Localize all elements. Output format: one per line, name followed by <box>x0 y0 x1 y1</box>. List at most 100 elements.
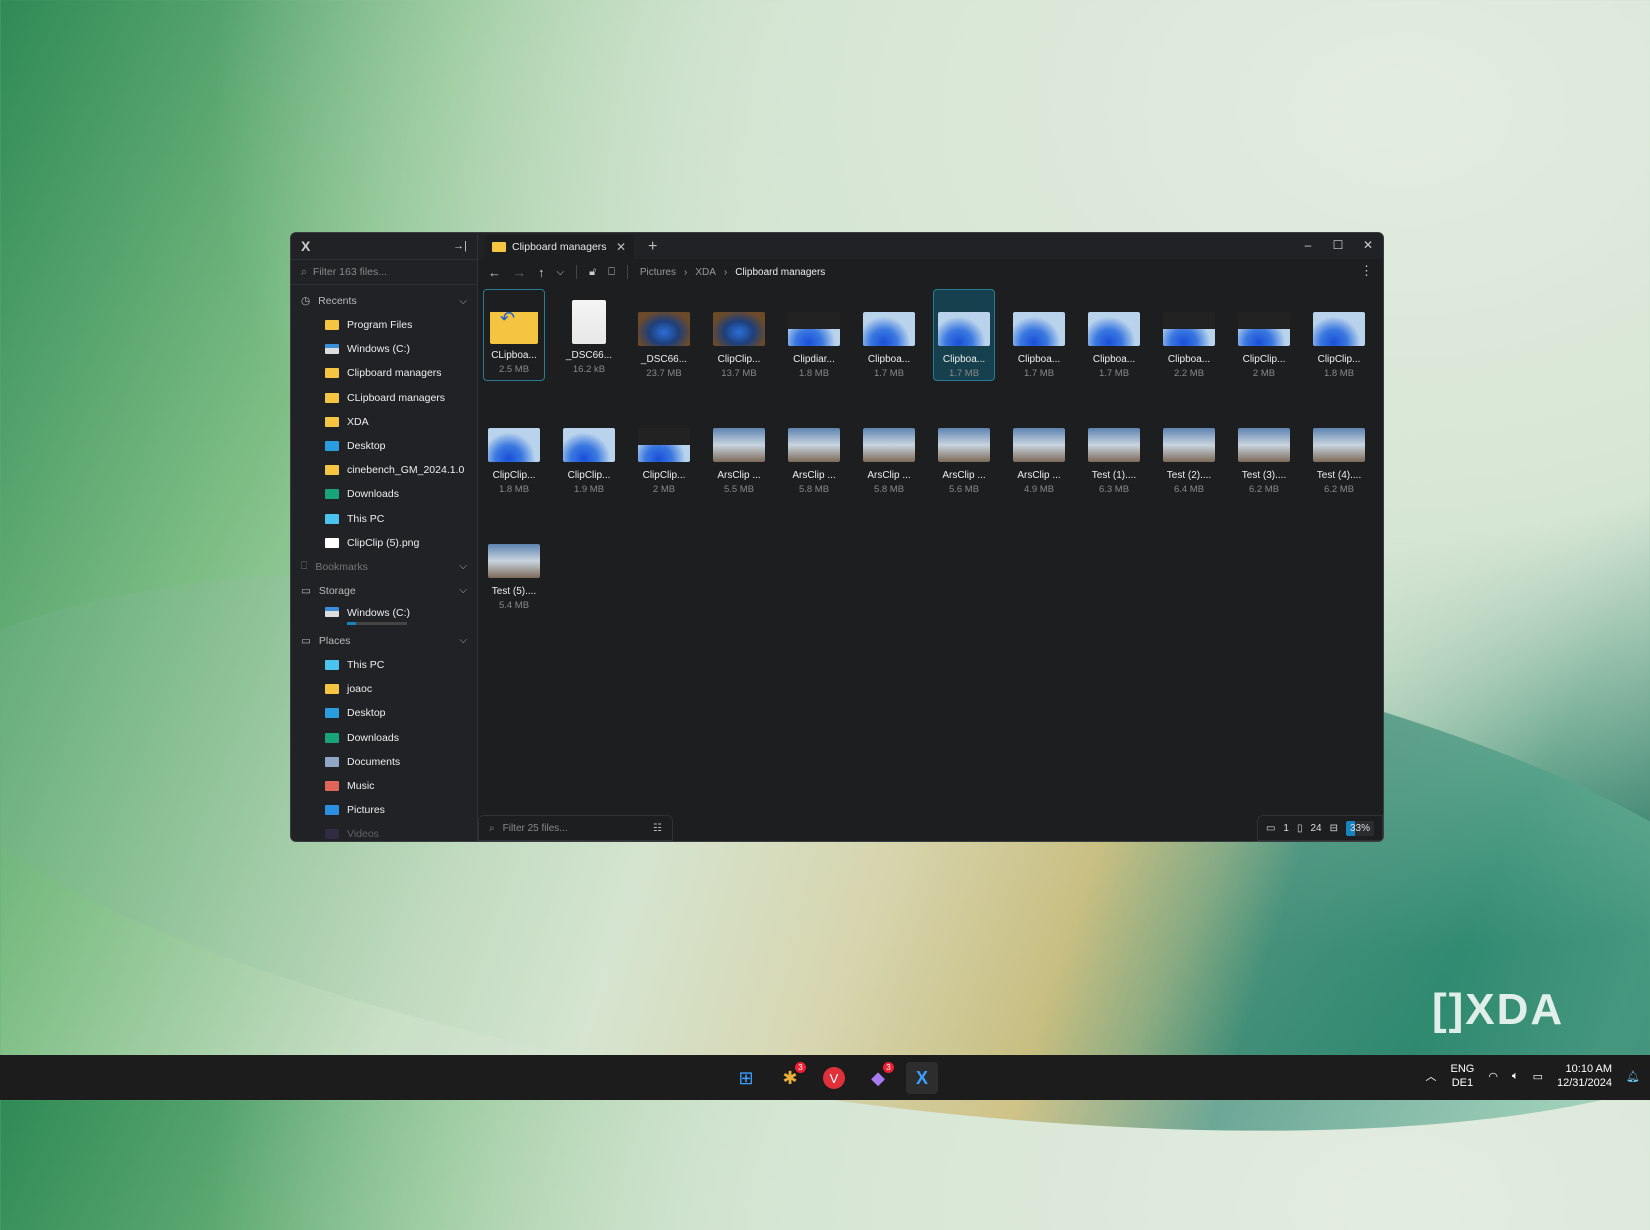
up-icon[interactable]: ↑ <box>538 265 545 280</box>
storage-label: Windows (C:) <box>347 606 411 619</box>
language-indicator[interactable]: ENG DE1 <box>1451 1062 1475 1090</box>
layout-icon[interactable]: ⊟ <box>1330 823 1338 834</box>
back-icon[interactable]: ← <box>488 265 501 280</box>
bookmark-icon[interactable]: ⎕ <box>608 266 615 279</box>
file-item[interactable]: _DSC66... 16.2 kB <box>558 289 620 381</box>
places-item[interactable]: joaoc <box>291 677 477 701</box>
coaster-thumbnail <box>713 428 765 462</box>
breadcrumb-xda[interactable]: XDA <box>695 267 716 278</box>
file-item[interactable]: ArsClip ... 5.8 MB <box>858 405 920 497</box>
places-item-label: This PC <box>347 658 385 671</box>
file-item[interactable]: Clipdiar... 1.8 MB <box>783 289 845 381</box>
wifi-icon[interactable]: ◠ <box>1488 1070 1498 1083</box>
bookmarks-label: Bookmarks <box>315 560 368 573</box>
forward-icon[interactable]: → <box>513 265 526 280</box>
taskbar-app-slack[interactable]: ✱ 3 <box>774 1062 806 1094</box>
file-item[interactable]: ClipClip... 1.9 MB <box>558 405 620 497</box>
recents-item-label: ClipClip (5).png <box>347 536 420 549</box>
downloads-icon <box>325 732 339 743</box>
places-item[interactable]: Music <box>291 774 477 798</box>
file-item[interactable]: ClipClip... 1.8 MB <box>483 405 545 497</box>
recents-item[interactable]: CLipboard managers <box>291 386 477 410</box>
history-chevron-icon[interactable]: ⌵ <box>557 267 565 278</box>
file-item[interactable]: ↶ CLipboa... 2.5 MB <box>483 289 545 381</box>
recents-item[interactable]: Program Files <box>291 313 477 337</box>
file-item[interactable]: Test (3).... 6.2 MB <box>1233 405 1295 497</box>
file-item[interactable]: ClipClip... 13.7 MB <box>708 289 770 381</box>
minimize-button[interactable]: – <box>1293 233 1323 257</box>
file-item[interactable]: Clipboa... 1.7 MB <box>1008 289 1070 381</box>
recents-item[interactable]: Clipboard managers <box>291 361 477 385</box>
more-options-icon[interactable]: ⋮ <box>1360 263 1373 279</box>
file-filter-bar[interactable]: ⌕ Filter 25 files... ☷ <box>478 815 673 841</box>
recents-item[interactable]: Windows (C:) <box>291 337 477 361</box>
document-icon <box>572 300 606 344</box>
file-item[interactable]: Test (1).... 6.3 MB <box>1083 405 1145 497</box>
volume-icon[interactable]: 🔈︎ <box>1512 1070 1519 1083</box>
recents-item[interactable]: cinebench_GM_2024.1.0 <box>291 458 477 482</box>
places-item[interactable]: Documents <box>291 750 477 774</box>
close-tab-icon[interactable]: ✕ <box>616 240 626 254</box>
bookmarks-header[interactable]: ⎕ Bookmarks ⌵ <box>291 555 477 579</box>
recents-item[interactable]: This PC <box>291 507 477 531</box>
recents-header[interactable]: ◷ Recents ⌵ <box>291 289 477 313</box>
collapse-sidebar-icon[interactable]: →| <box>453 240 467 252</box>
file-item[interactable]: _DSC66... 23.7 MB <box>633 289 695 381</box>
maximize-button[interactable]: ☐ <box>1323 233 1353 257</box>
taskbar-app-files[interactable]: X <box>906 1062 938 1094</box>
battery-icon[interactable]: ▭ <box>1533 1070 1543 1083</box>
recents-item[interactable]: Downloads <box>291 482 477 506</box>
close-window-button[interactable]: ✕ <box>1353 233 1383 257</box>
show-hidden-icons-button[interactable]: ︿ <box>1426 1068 1437 1084</box>
file-name: ClipClip... <box>492 470 536 481</box>
sidebar-filter-input[interactable]: ⌕ Filter 163 files... <box>291 259 477 285</box>
file-item[interactable]: ArsClip ... 5.6 MB <box>933 405 995 497</box>
recents-item[interactable]: Desktop <box>291 434 477 458</box>
folder-icon <box>492 242 506 252</box>
file-size: 2.5 MB <box>498 364 530 375</box>
filter-options-icon[interactable]: ☷ <box>653 823 662 834</box>
file-size: 1.9 MB <box>573 484 605 495</box>
places-item[interactable]: Downloads <box>291 725 477 749</box>
start-button[interactable]: ⊞ <box>730 1062 762 1094</box>
file-item[interactable]: Test (5).... 5.4 MB <box>483 521 545 613</box>
file-item[interactable]: ClipClip... 2 MB <box>633 405 695 497</box>
taskbar-app-teams[interactable]: ◆ 3 <box>862 1062 894 1094</box>
places-header[interactable]: ▭ Places ⌵ <box>291 629 477 653</box>
breadcrumb-pictures[interactable]: Pictures <box>640 267 676 278</box>
storage-item-windows-c[interactable]: Windows (C:) <box>291 603 477 629</box>
file-name: ClipClip... <box>717 354 761 365</box>
storage-header[interactable]: ▭ Storage ⌵ <box>291 579 477 603</box>
places-item[interactable]: Desktop <box>291 701 477 725</box>
places-item[interactable]: Videos <box>291 822 477 841</box>
taskbar-app-vivaldi[interactable]: V <box>818 1062 850 1094</box>
file-item[interactable]: ArsClip ... 4.9 MB <box>1008 405 1070 497</box>
file-item[interactable]: Clipboa... 2.2 MB <box>1158 289 1220 381</box>
lock-icon[interactable]: 🔓︎ <box>589 266 596 279</box>
file-item[interactable]: ArsClip ... 5.8 MB <box>783 405 845 497</box>
file-item[interactable]: ClipClip... 1.8 MB <box>1308 289 1370 381</box>
places-item[interactable]: This PC <box>291 653 477 677</box>
zoom-level[interactable]: 33% <box>1345 820 1374 836</box>
notification-bell-icon[interactable]: 🔔︎ <box>1626 1070 1640 1083</box>
file-item[interactable]: Test (2).... 6.4 MB <box>1158 405 1220 497</box>
recents-item[interactable]: XDA <box>291 410 477 434</box>
file-item[interactable]: ClipClip... 2 MB <box>1233 289 1295 381</box>
file-item[interactable]: Clipboa... 1.7 MB <box>1083 289 1145 381</box>
file-item[interactable]: ArsClip ... 5.5 MB <box>708 405 770 497</box>
files-app-icon: X <box>915 1067 928 1088</box>
file-name: CLipboa... <box>491 350 537 361</box>
file-count-icon: ▯ <box>1296 822 1303 834</box>
new-tab-button[interactable]: + <box>648 238 657 256</box>
places-item[interactable]: Pictures <box>291 798 477 822</box>
places-item-label: Pictures <box>347 804 385 817</box>
file-item[interactable]: Test (4).... 6.2 MB <box>1308 405 1370 497</box>
file-item[interactable]: Clipboa... 1.7 MB <box>858 289 920 381</box>
file-item[interactable]: Clipboa... 1.7 MB <box>933 289 995 381</box>
recents-item[interactable]: ClipClip (5).png <box>291 531 477 555</box>
coaster-thumbnail <box>1238 428 1290 462</box>
tab-clipboard-managers[interactable]: Clipboard managers ✕ <box>484 235 634 259</box>
breadcrumb-current[interactable]: Clipboard managers <box>735 267 825 278</box>
clock[interactable]: 10:10 AM 12/31/2024 <box>1557 1062 1612 1090</box>
file-name: ArsClip ... <box>792 470 836 481</box>
